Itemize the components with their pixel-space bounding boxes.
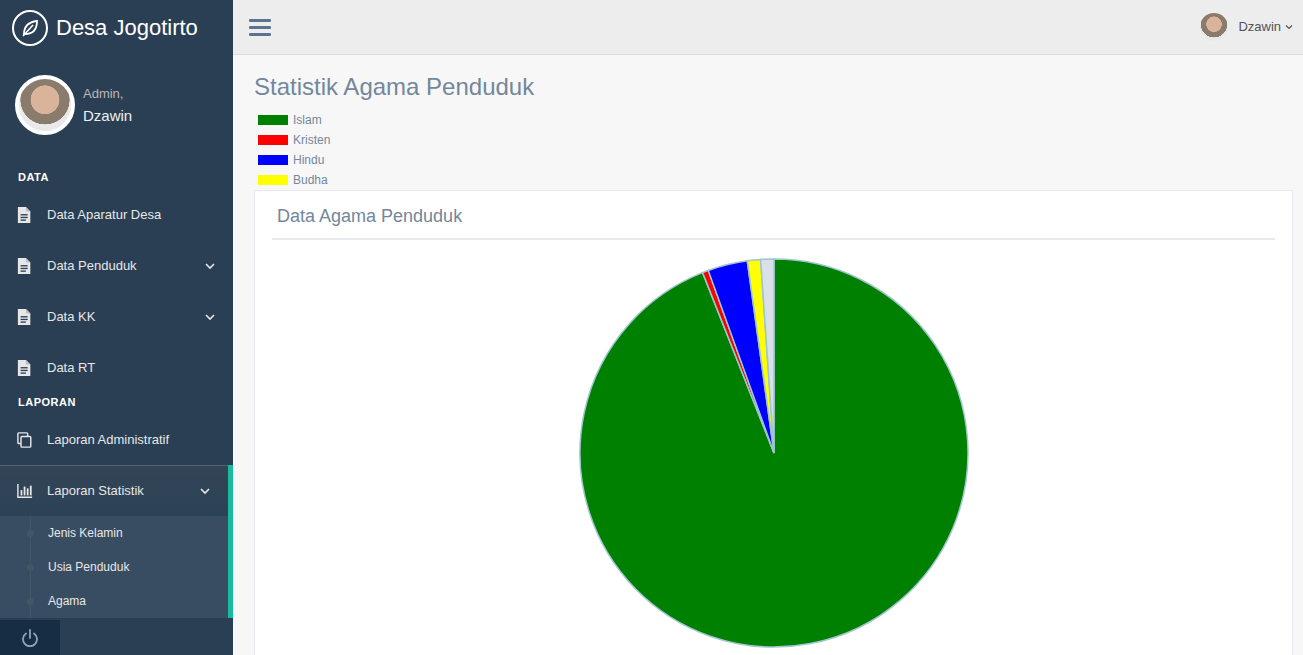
chevron-down-icon [205, 312, 215, 322]
document-icon [17, 206, 33, 224]
sidebar-link[interactable]: Data RT [0, 342, 233, 393]
menu-list: Laporan Administratif Laporan Statistik Je… [0, 414, 233, 618]
submenu-label[interactable]: Jenis Kelamin [48, 524, 123, 542]
sidebar-label[interactable]: Laporan Statistik [47, 481, 144, 501]
sidebar-link[interactable]: Laporan Administratif [0, 414, 233, 465]
leaf-icon [20, 18, 40, 38]
sidebar-label[interactable]: Data RT [47, 358, 95, 378]
sidebar: Desa JogotirtoAdmin,DzawinDATAData Apara… [0, 0, 233, 655]
legend-swatch [258, 115, 288, 125]
copy-icon [17, 431, 33, 449]
sidebar-link[interactable]: Data Aparatur Desa [0, 189, 233, 240]
chevron-down-icon [205, 261, 215, 271]
sidebar-label[interactable]: Laporan Administratif [47, 430, 169, 450]
hamburger-icon [248, 17, 272, 37]
page-title: Statistik Agama Penduduk [254, 72, 1293, 102]
profile-name: Dzawin [83, 107, 132, 125]
sidebar-label[interactable]: Data KK [47, 307, 95, 327]
profile-photo [15, 75, 75, 135]
logout-button[interactable] [0, 620, 60, 655]
legend-label: Kristen [293, 131, 330, 149]
submenu-bullet [27, 530, 34, 537]
logo [12, 10, 48, 46]
menu-section: DATAData Aparatur DesaData PendudukData … [0, 155, 233, 393]
sidebar-item: Laporan Administratif [0, 414, 233, 465]
legend-item: Budha [254, 170, 1293, 190]
main-area: Dzawin Statistik Agama Penduduk Islam Krist… [233, 0, 1303, 655]
chart-legend: Islam Kristen Hindu Budha [254, 110, 1293, 190]
submenu-bullet [27, 564, 34, 571]
submenu-bullet [27, 598, 34, 605]
submenu-label[interactable]: Agama [48, 592, 86, 610]
sidebar-item: Data KK [0, 291, 233, 342]
legend-label: Hindu [293, 151, 324, 169]
submenu-item[interactable]: Agama [0, 584, 228, 618]
legend-swatch [258, 175, 288, 185]
submenu: Jenis Kelamin Usia Penduduk Agama [0, 516, 228, 618]
menu-section: LAPORAN Laporan Administratif Laporan Stat… [0, 393, 233, 618]
submenu-state: Jenis Kelamin Usia Penduduk Agama [0, 516, 228, 618]
section-heading: LAPORAN [0, 393, 233, 414]
submenu-item[interactable]: Jenis Kelamin [0, 516, 228, 550]
legend-swatch [258, 155, 288, 165]
user-name-wrap[interactable]: Dzawin [1238, 17, 1293, 37]
power-icon [21, 629, 39, 647]
menu-toggle[interactable] [248, 17, 272, 37]
sidebar-link[interactable]: Data KK [0, 291, 233, 342]
legend-item: Islam [254, 110, 1293, 130]
profile-text: Admin, Dzawin [83, 86, 132, 125]
document-icon [17, 359, 33, 377]
legend-item: Hindu [254, 150, 1293, 170]
pie-slice [760, 259, 773, 453]
pie-slice [747, 259, 774, 453]
sidebar-menu: DATAData Aparatur DesaData PendudukData … [0, 155, 233, 620]
menu-list: Data Aparatur Desa Data Penduduk Data KK Da… [0, 189, 233, 393]
legend-item: Kristen [254, 130, 1293, 150]
sidebar-item: Data RT [0, 342, 233, 393]
sidebar-footer [0, 620, 233, 655]
brand[interactable]: Desa Jogotirto [0, 0, 233, 55]
top-nav: Dzawin [233, 0, 1303, 55]
sidebar-item: Data Aparatur Desa [0, 189, 233, 240]
sidebar-label[interactable]: Data Aparatur Desa [47, 205, 161, 225]
brand-title[interactable]: Desa Jogotirto [56, 11, 198, 44]
chevron-down-icon [1285, 23, 1293, 31]
chart-panel: Data Agama Penduduk [254, 190, 1293, 655]
section-heading: DATA [0, 155, 233, 189]
document-icon [17, 308, 33, 326]
document-icon [17, 257, 33, 275]
profile-greeting: Admin, [83, 86, 132, 102]
pie-chart [578, 257, 970, 649]
chevron-down-icon [200, 486, 210, 496]
submenu-label[interactable]: Usia Penduduk [48, 558, 129, 576]
profile: Admin, Dzawin [0, 55, 233, 155]
sidebar-link[interactable]: Laporan Statistik [0, 465, 228, 516]
pie-chart-wrap [272, 257, 1275, 649]
bar-chart-icon [17, 482, 33, 500]
sidebar-link[interactable]: Data Penduduk [0, 240, 233, 291]
sidebar-label[interactable]: Data Penduduk [47, 256, 137, 276]
user-menu[interactable]: Dzawin [1200, 13, 1293, 41]
submenu-item[interactable]: Usia Penduduk [0, 550, 228, 584]
legend-label: Budha [293, 171, 328, 189]
content: Statistik Agama Penduduk Islam Kristen Hind… [233, 55, 1303, 655]
pie-slice [579, 259, 967, 647]
user-name[interactable]: Dzawin [1238, 17, 1281, 37]
legend-label: Islam [293, 111, 322, 129]
sidebar-item: Data Penduduk [0, 240, 233, 291]
sidebar-item: Laporan Statistik Jenis Kelamin Usia Pendu… [0, 465, 233, 618]
panel-title: Data Agama Penduduk [272, 201, 1275, 240]
legend-swatch [258, 135, 288, 145]
user-photo [1200, 13, 1228, 41]
